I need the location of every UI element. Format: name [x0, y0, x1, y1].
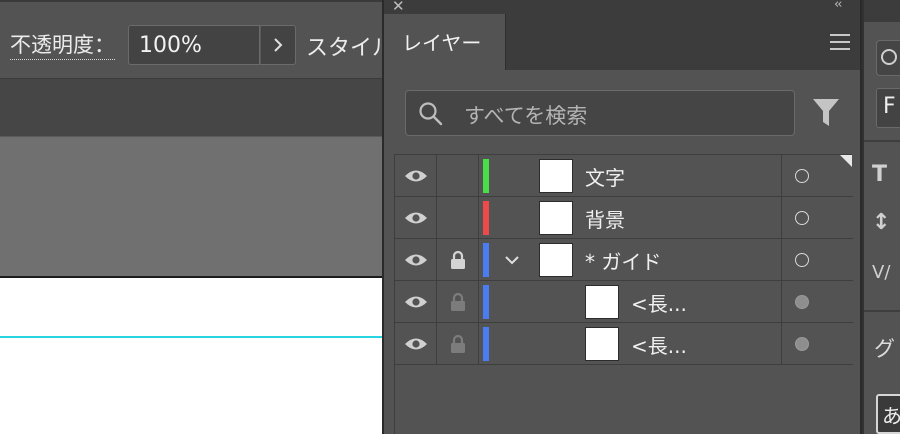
visibility-toggle[interactable] [395, 281, 437, 323]
layer-thumbnail[interactable] [539, 243, 573, 277]
guide-line[interactable] [0, 336, 382, 338]
layer-name[interactable]: <長... [631, 288, 687, 317]
control-bar-top-border [0, 0, 382, 2]
search-icon [419, 102, 443, 126]
layer-name[interactable]: 文字 [585, 162, 625, 191]
layer-target[interactable] [781, 323, 853, 365]
target-circle-icon [795, 337, 809, 351]
layer-row[interactable]: <長... [395, 281, 853, 323]
lock-toggle[interactable] [437, 197, 479, 239]
layer-target[interactable] [781, 281, 853, 323]
tab-layers[interactable]: レイヤー [384, 14, 506, 70]
eye-icon [404, 212, 427, 224]
opacity-dropdown-button[interactable] [260, 25, 296, 65]
lock-toggle[interactable] [437, 239, 479, 281]
filter-icon[interactable] [812, 98, 840, 128]
font-size-icon: T [872, 162, 888, 187]
panel-tab-bar: レイヤー [384, 14, 860, 70]
visibility-toggle[interactable] [395, 239, 437, 281]
target-circle-icon [795, 253, 809, 267]
lock-toggle[interactable] [437, 281, 479, 323]
search-placeholder: すべてを検索 [464, 104, 588, 128]
layers-panel: ✕ ‹‹ レイヤー すべてを検索 文字 背景 * ガイド <長... <長... [382, 0, 862, 434]
lock-toggle[interactable] [437, 323, 479, 365]
leading-icon: ↕ [872, 210, 891, 235]
layer-name[interactable]: * ガイド [585, 246, 661, 275]
character-panel: F T ↕ V/ グ あ [864, 0, 900, 434]
panel-divider [864, 140, 900, 142]
collapse-panel-icon[interactable]: ‹‹ [834, 0, 843, 12]
character-panel-header [864, 0, 900, 22]
eye-icon [404, 296, 427, 308]
eye-icon [404, 254, 427, 266]
style-label[interactable]: スタイル [306, 30, 382, 62]
layer-row[interactable]: 文字 [395, 155, 853, 197]
lock-toggle[interactable] [437, 155, 479, 197]
layer-color-bar [483, 159, 489, 193]
opacity-label[interactable]: 不透明度： [10, 32, 115, 60]
eye-icon [404, 170, 427, 182]
layer-target[interactable] [781, 239, 853, 281]
kerning-icon: V/ [872, 262, 891, 283]
layer-row[interactable]: * ガイド [395, 239, 853, 281]
layer-thumbnail[interactable] [585, 285, 619, 319]
target-circle-icon [795, 169, 809, 183]
panel-header-strip: ✕ ‹‹ [384, 0, 860, 15]
lock-icon [450, 334, 465, 353]
layer-color-bar [483, 201, 489, 235]
layer-target[interactable] [781, 155, 853, 197]
font-family-field[interactable]: F [876, 88, 900, 128]
font-search-button[interactable] [876, 40, 900, 76]
glyph-section-label: グ [874, 337, 895, 361]
layer-name[interactable]: <長... [631, 330, 687, 359]
layer-color-bar [483, 243, 489, 277]
visibility-toggle[interactable] [395, 197, 437, 239]
control-bar: 不透明度： 100% スタイル [0, 0, 382, 78]
layer-name[interactable]: 背景 [585, 204, 625, 233]
lock-icon [450, 250, 465, 269]
layer-thumbnail[interactable] [539, 201, 573, 235]
artboard[interactable] [0, 276, 382, 434]
target-circle-icon [795, 295, 809, 309]
close-icon[interactable]: ✕ [392, 0, 405, 15]
layer-thumbnail[interactable] [539, 159, 573, 193]
layer-color-bar [483, 285, 489, 319]
document-tab-strip [0, 78, 382, 136]
layer-thumbnail[interactable] [585, 327, 619, 361]
panel-divider [864, 310, 900, 312]
panel-menu-icon[interactable] [830, 34, 850, 50]
search-icon [881, 49, 897, 65]
lock-icon [450, 292, 465, 311]
target-circle-icon [795, 211, 809, 225]
layer-target[interactable] [781, 197, 853, 239]
opacity-input[interactable]: 100% [128, 25, 260, 65]
chevron-right-icon [274, 38, 283, 52]
visibility-toggle[interactable] [395, 155, 437, 197]
chevron-down-icon[interactable] [503, 251, 521, 269]
visibility-toggle[interactable] [395, 323, 437, 365]
eye-icon [404, 338, 427, 350]
canvas-pasteboard[interactable] [0, 136, 382, 276]
layer-list: 文字 背景 * ガイド <長... <長... [394, 154, 853, 434]
layer-row[interactable]: <長... [395, 323, 853, 365]
glyph-button[interactable]: あ [876, 394, 900, 434]
layer-row[interactable]: 背景 [395, 197, 853, 239]
layer-search-input[interactable]: すべてを検索 [405, 90, 795, 136]
layer-color-bar [483, 327, 489, 361]
